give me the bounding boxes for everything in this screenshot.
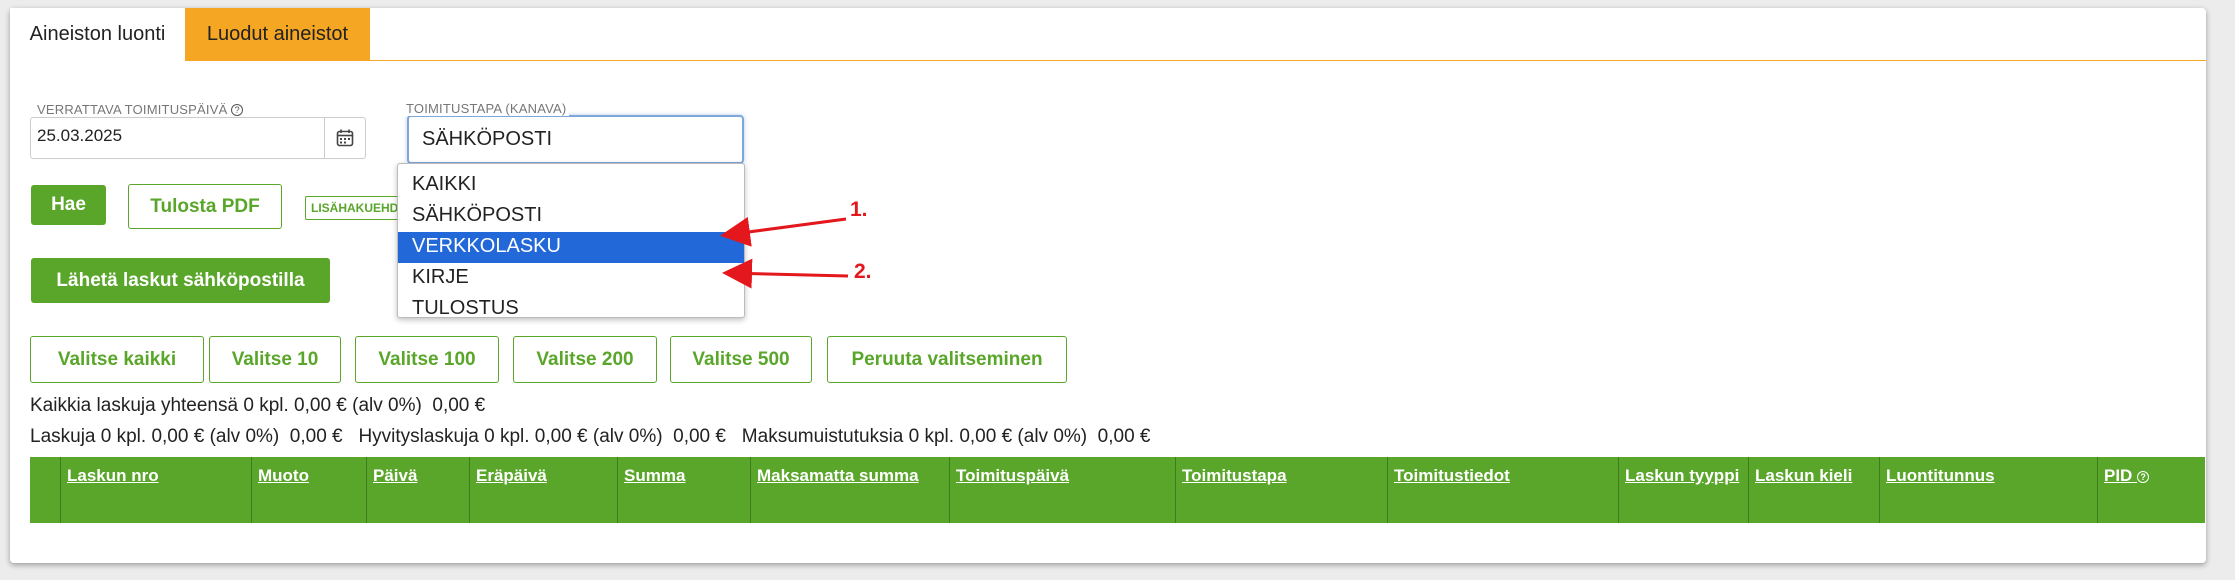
arrow-2 xyxy=(722,258,849,289)
arrow-1 xyxy=(720,216,847,247)
annotation-label-1: 1. xyxy=(850,198,868,221)
annotation-label-2: 2. xyxy=(854,260,872,283)
main-panel: Aineiston luonti Luodut aineistot VERRAT… xyxy=(10,8,2206,563)
annotation-arrows xyxy=(720,216,849,289)
